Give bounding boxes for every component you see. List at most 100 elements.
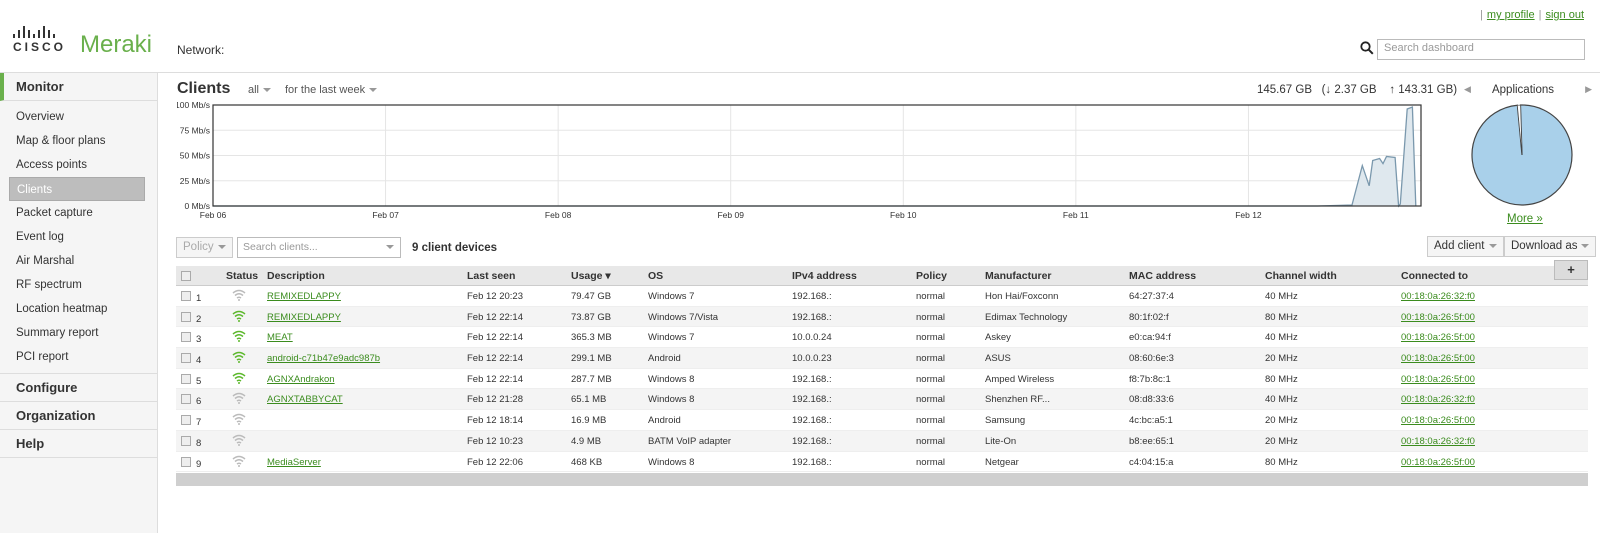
col-status[interactable]: Status xyxy=(226,270,258,282)
sidebar-item-clients[interactable]: Clients xyxy=(9,177,145,201)
cell-description[interactable]: AGNXTABBYCAT xyxy=(267,394,343,405)
sidebar-item-rf-spectrum[interactable]: RF spectrum xyxy=(0,273,157,297)
dashboard-search-input[interactable]: Search dashboard xyxy=(1377,39,1585,60)
sidebar-section-configure[interactable]: Configure xyxy=(0,374,157,402)
table-row[interactable]: 5 AGNXAndrakon Feb 12 22:14 287.7 MB Windows… xyxy=(176,369,1588,390)
row-checkbox[interactable] xyxy=(181,435,191,446)
sidebar-item-map-floor-plans[interactable]: Map & floor plans xyxy=(0,129,157,153)
client-filter-dropdown[interactable]: all xyxy=(248,84,272,96)
cell-description[interactable]: AGNXAndrakon xyxy=(267,374,335,385)
timespan-value: for the last week xyxy=(285,84,366,96)
client-count: 9 client devices xyxy=(412,242,498,254)
chevron-down-icon xyxy=(1581,243,1590,248)
wifi-signal-icon xyxy=(232,434,246,446)
more-apps-link[interactable]: More » xyxy=(1507,213,1543,225)
cell-connected-to[interactable]: 00:18:0a:26:32:f0 xyxy=(1401,436,1475,447)
table-row[interactable]: 1 REMIXEDLAPPY Feb 12 20:23 79.47 GB Windows… xyxy=(176,286,1588,307)
cell-connected-to[interactable]: 00:18:0a:26:5f:00 xyxy=(1401,353,1475,364)
col-last-seen[interactable]: Last seen xyxy=(467,270,515,282)
col-mac[interactable]: MAC address xyxy=(1129,270,1196,282)
table-row[interactable]: 2 REMIXEDLAPPY Feb 12 22:14 73.87 GB Windows… xyxy=(176,306,1588,328)
sidebar-item-event-log[interactable]: Event log xyxy=(0,225,157,249)
sidebar-section-organization[interactable]: Organization xyxy=(0,402,157,430)
cisco-logo[interactable]: CISCO xyxy=(13,26,66,54)
my-profile-link[interactable]: my profile xyxy=(1487,9,1535,21)
sidebar-item-location-heatmap[interactable]: Location heatmap xyxy=(0,297,157,321)
cell-usage: 4.9 MB xyxy=(571,435,602,447)
cell-os: Windows 8 xyxy=(648,394,695,406)
col-manufacturer[interactable]: Manufacturer xyxy=(985,270,1052,282)
cell-connected-to[interactable]: 00:18:0a:26:5f:00 xyxy=(1401,312,1475,323)
cell-manufacturer: Edimax Technology xyxy=(985,311,1068,323)
cell-description[interactable]: android-c71b47e9adc987b xyxy=(267,353,380,364)
row-checkbox[interactable] xyxy=(181,456,191,467)
upload-usage: ↑ 143.31 GB) xyxy=(1389,84,1458,96)
cell-usage: 16.9 MB xyxy=(571,415,607,427)
table-row[interactable]: 3 MEAT Feb 12 22:14 365.3 MB Windows 7 10.0.0… xyxy=(176,327,1588,349)
table-row[interactable]: 9 MediaServer Feb 12 22:06 468 KB Windows 8 1… xyxy=(176,452,1588,473)
col-connected-to[interactable]: Connected to xyxy=(1401,270,1468,282)
col-policy[interactable]: Policy xyxy=(916,270,947,282)
row-checkbox[interactable] xyxy=(181,291,191,301)
cell-description[interactable]: MediaServer xyxy=(267,457,321,468)
cell-connected-to[interactable]: 00:18:0a:26:5f:00 xyxy=(1401,415,1475,426)
cell-usage: 65.1 MB xyxy=(571,394,607,406)
sidebar-section-help[interactable]: Help xyxy=(0,430,157,458)
table-row[interactable]: 7 Feb 12 18:14 16.9 MB Android 192.168.: norm… xyxy=(176,410,1588,431)
col-ipv4[interactable]: IPv4 address xyxy=(792,270,857,282)
timespan-dropdown[interactable]: for the last week xyxy=(285,84,378,96)
cell-manufacturer: Lite-On xyxy=(985,435,1017,447)
row-checkbox[interactable] xyxy=(181,311,191,322)
sidebar-item-packet-capture[interactable]: Packet capture xyxy=(0,201,157,225)
cell-manufacturer: Shenzhen RF... xyxy=(985,394,1050,406)
cell-description[interactable]: MEAT xyxy=(267,332,293,343)
cell-description[interactable]: REMIXEDLAPPY xyxy=(267,291,341,302)
cell-connected-to[interactable]: 00:18:0a:26:5f:00 xyxy=(1401,374,1475,385)
row-checkbox[interactable] xyxy=(181,394,191,405)
cell-mac: 08:60:6e:3 xyxy=(1129,353,1174,365)
col-channel-width[interactable]: Channel width xyxy=(1265,270,1337,282)
download-as-button[interactable]: Download as xyxy=(1504,236,1597,257)
add-column-button[interactable]: + xyxy=(1554,260,1588,280)
sidebar-section-monitor[interactable]: Monitor xyxy=(0,73,157,101)
cell-manufacturer: Netgear xyxy=(985,456,1019,468)
row-checkbox[interactable] xyxy=(181,415,191,426)
sidebar-item-summary-report[interactable]: Summary report xyxy=(0,321,157,345)
col-os[interactable]: OS xyxy=(648,270,663,282)
row-checkbox[interactable] xyxy=(181,332,191,343)
cell-connected-to[interactable]: 00:18:0a:26:5f:00 xyxy=(1401,332,1475,343)
next-arrow-icon[interactable]: ▶ xyxy=(1585,84,1592,95)
sidebar-item-pci-report[interactable]: PCI report xyxy=(0,345,157,369)
select-all-checkbox[interactable] xyxy=(181,271,191,281)
table-row[interactable]: 6 AGNXTABBYCAT Feb 12 21:28 65.1 MB Windows … xyxy=(176,389,1588,411)
cell-connected-to[interactable]: 00:18:0a:26:5f:00 xyxy=(1401,457,1475,468)
cell-manufacturer: Samsung xyxy=(985,415,1026,427)
sidebar-item-overview[interactable]: Overview xyxy=(0,105,157,129)
row-checkbox[interactable] xyxy=(181,353,191,364)
chart-y-tick-label: 75 Mb/s xyxy=(180,125,210,135)
cell-description[interactable]: REMIXEDLAPPY xyxy=(267,312,341,323)
cell-mac: e0:ca:94:f xyxy=(1129,332,1171,344)
cell-connected-to[interactable]: 00:18:0a:26:32:f0 xyxy=(1401,291,1475,302)
search-icon[interactable] xyxy=(1360,41,1374,55)
table-row[interactable]: 8 Feb 12 10:23 4.9 MB BATM VoIP adapter 192.… xyxy=(176,430,1588,452)
client-search-input[interactable]: Search clients... xyxy=(237,237,401,258)
table-header: Status Description Last seen Usage ▾ OS … xyxy=(176,260,1588,286)
add-client-button[interactable]: Add client xyxy=(1427,236,1504,257)
usage-chart[interactable]: 100 Mb/s75 Mb/s50 Mb/s25 Mb/s0 Mb/sFeb 0… xyxy=(177,100,1447,225)
chart-x-tick-label: Feb 11 xyxy=(1063,210,1089,220)
usage-summary: 145.67 GB (↓ 2.37 GB ↑ 143.31 GB) xyxy=(1257,84,1457,96)
sidebar-item-access-points[interactable]: Access points xyxy=(0,153,157,177)
col-description[interactable]: Description xyxy=(267,270,325,282)
previous-arrow-icon[interactable]: ◀ xyxy=(1464,84,1471,95)
cell-policy: normal xyxy=(916,291,946,302)
sidebar-item-air-marshal[interactable]: Air Marshal xyxy=(0,249,157,273)
row-checkbox[interactable] xyxy=(181,373,191,384)
sign-out-link[interactable]: sign out xyxy=(1545,9,1584,21)
applications-pie-chart[interactable] xyxy=(1467,100,1577,210)
chevron-down-icon xyxy=(263,88,272,93)
col-usage[interactable]: Usage ▾ xyxy=(571,270,611,282)
policy-button[interactable]: Policy xyxy=(176,237,233,258)
cell-connected-to[interactable]: 00:18:0a:26:32:f0 xyxy=(1401,394,1475,405)
table-row[interactable]: 4 android-c71b47e9adc987b Feb 12 22:14 299.… xyxy=(176,348,1588,369)
